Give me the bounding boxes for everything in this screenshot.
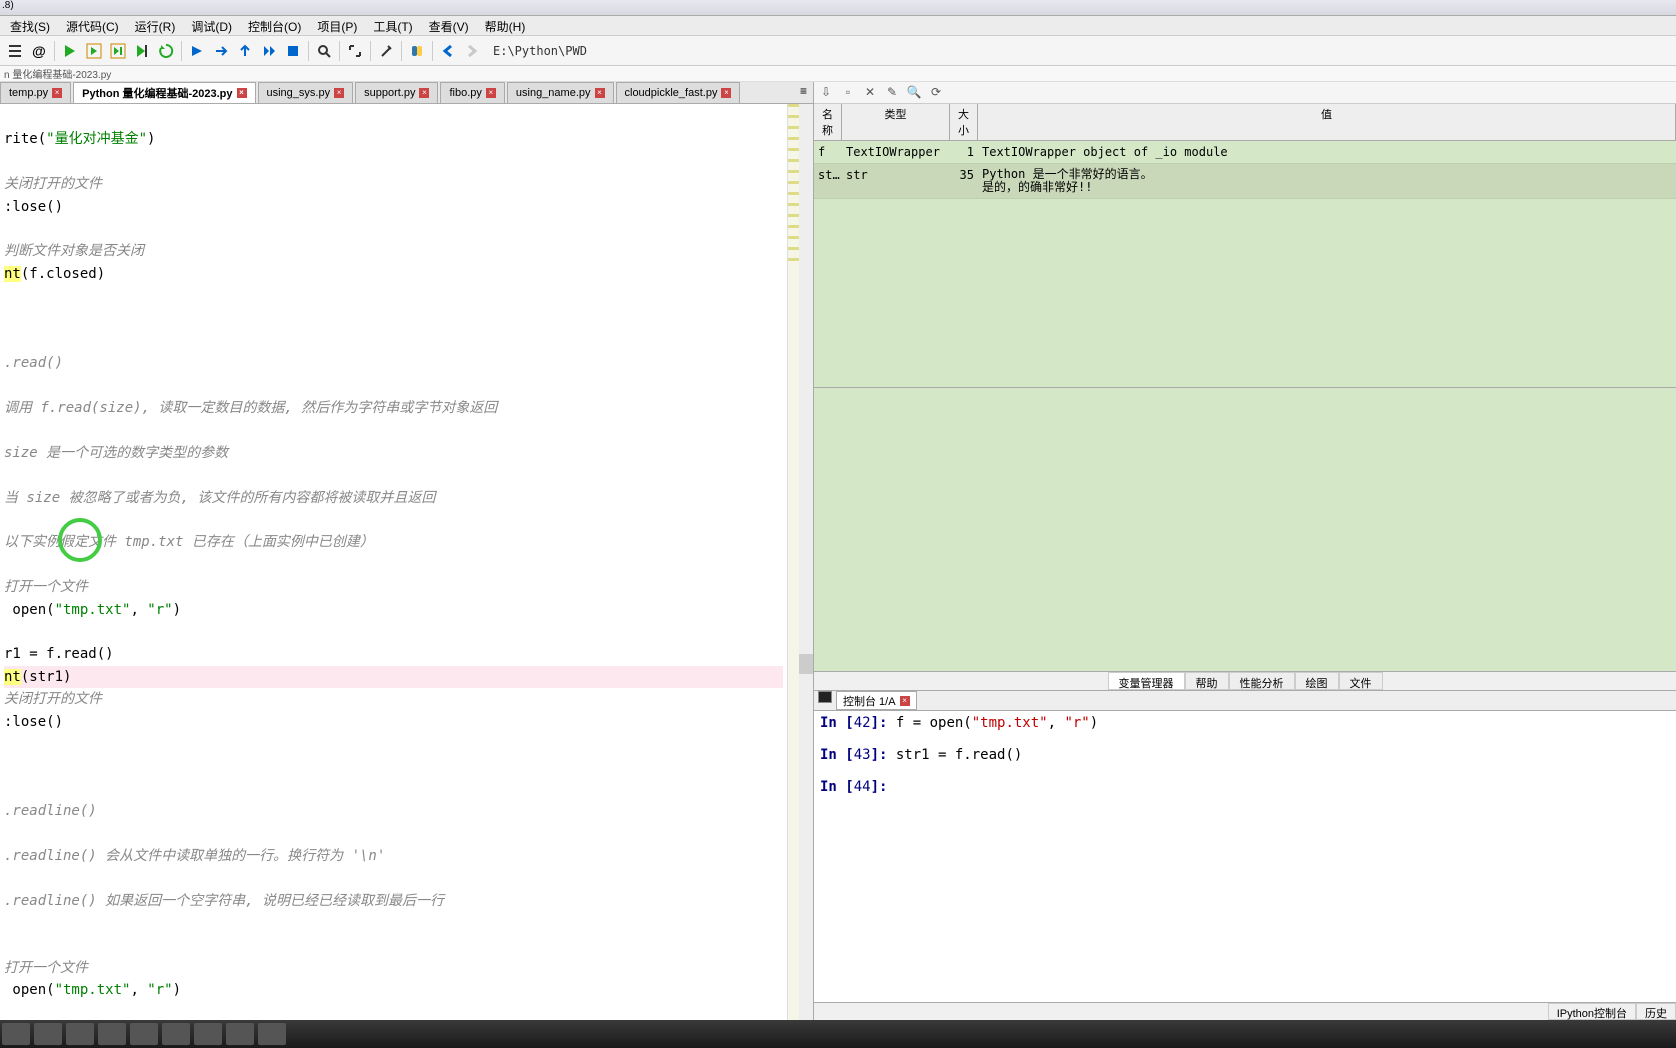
outline-icon[interactable] xyxy=(4,40,26,62)
task-icon[interactable] xyxy=(34,1023,62,1045)
tab-menu-icon[interactable]: ≡ xyxy=(794,82,813,103)
edit-icon[interactable]: ✎ xyxy=(884,85,900,101)
menu-help[interactable]: 帮助(H) xyxy=(477,16,534,35)
tab-plots[interactable]: 绘图 xyxy=(1295,672,1339,690)
tab-main[interactable]: Python 量化编程基础-2023.py× xyxy=(73,82,255,103)
tab-using-sys[interactable]: using_sys.py× xyxy=(258,82,354,103)
tab-support[interactable]: support.py× xyxy=(355,82,438,103)
change-gutter xyxy=(787,104,799,1020)
close-icon[interactable]: × xyxy=(237,88,247,98)
refresh-icon[interactable]: ⟳ xyxy=(928,85,944,101)
run-selection-icon[interactable] xyxy=(131,40,153,62)
maximize-icon[interactable] xyxy=(344,40,366,62)
variable-toolbar: ⇩ ▫ ✕ ✎ 🔍 ⟳ xyxy=(814,82,1676,104)
preferences-icon[interactable] xyxy=(375,40,397,62)
run-cell-advance-icon[interactable] xyxy=(107,40,129,62)
debug-step-into-icon[interactable] xyxy=(186,40,208,62)
task-icon[interactable] xyxy=(66,1023,94,1045)
close-icon[interactable]: × xyxy=(334,88,344,98)
run-cell-icon[interactable] xyxy=(83,40,105,62)
tab-fibo[interactable]: fibo.py× xyxy=(440,82,504,103)
close-icon[interactable]: × xyxy=(419,88,429,98)
tab-files[interactable]: 文件 xyxy=(1339,672,1383,690)
menu-debug[interactable]: 调试(D) xyxy=(183,16,240,35)
python-path-icon[interactable] xyxy=(406,40,428,62)
save-icon[interactable]: ▫ xyxy=(840,85,856,101)
close-icon[interactable]: × xyxy=(900,696,910,706)
col-value[interactable]: 值 xyxy=(978,104,1676,140)
search-icon[interactable] xyxy=(313,40,335,62)
var-row[interactable]: f TextIOWrapper 1 TextIOWrapper object o… xyxy=(814,141,1676,164)
tab-profiler[interactable]: 性能分析 xyxy=(1229,672,1295,690)
start-icon[interactable] xyxy=(2,1023,30,1045)
task-icon[interactable] xyxy=(194,1023,222,1045)
menu-run[interactable]: 运行(R) xyxy=(127,16,184,35)
menubar: 查找(S) 源代码(C) 运行(R) 调试(D) 控制台(O) 项目(P) 工具… xyxy=(0,16,1676,36)
back-icon[interactable] xyxy=(437,40,459,62)
col-type[interactable]: 类型 xyxy=(842,104,950,140)
rerun-icon[interactable] xyxy=(155,40,177,62)
tab-using-name[interactable]: using_name.py× xyxy=(507,82,614,103)
windows-taskbar[interactable] xyxy=(0,1020,1676,1048)
import-icon[interactable]: ⇩ xyxy=(818,85,834,101)
at-icon[interactable]: @ xyxy=(28,40,50,62)
menu-console[interactable]: 控制台(O) xyxy=(240,16,309,35)
menu-source[interactable]: 源代码(C) xyxy=(58,16,127,35)
col-size[interactable]: 大小 xyxy=(950,104,978,140)
menu-project[interactable]: 项目(P) xyxy=(309,16,365,35)
col-name[interactable]: 名称 xyxy=(814,104,842,140)
task-icon[interactable] xyxy=(98,1023,126,1045)
ipython-console[interactable]: In [42]: f = open("tmp.txt", "r") In [43… xyxy=(814,711,1676,1002)
debug-continue-icon[interactable] xyxy=(258,40,280,62)
code-editor[interactable]: rite("量化对冲基金") 关闭打开的文件 :lose() 判断文件对象是否关… xyxy=(0,104,813,1020)
close-icon[interactable]: × xyxy=(486,88,496,98)
window-titlebar: .8) xyxy=(0,0,1676,16)
close-icon[interactable]: × xyxy=(721,88,731,98)
tab-help[interactable]: 帮助 xyxy=(1185,672,1229,690)
working-dir: E:\Python\PWD xyxy=(493,44,587,58)
menu-tools[interactable]: 工具(T) xyxy=(365,16,420,35)
toolbar: @ E:\Python\PWD xyxy=(0,36,1676,66)
console-tab[interactable]: 控制台 1/A × xyxy=(836,691,917,710)
debug-stop-icon[interactable] xyxy=(282,40,304,62)
right-panel-tabs: 变量管理器 帮助 性能分析 绘图 文件 xyxy=(814,671,1676,691)
editor-tabs: temp.py× Python 量化编程基础-2023.py× using_sy… xyxy=(0,82,813,104)
console-tabs: 控制台 1/A × xyxy=(814,691,1676,711)
variable-explorer-space xyxy=(814,388,1676,671)
menu-view[interactable]: 查看(V) xyxy=(421,16,477,35)
tab-history[interactable]: 历史 xyxy=(1636,1003,1676,1020)
task-icon[interactable] xyxy=(162,1023,190,1045)
menu-search[interactable]: 查找(S) xyxy=(2,16,58,35)
tab-cloudpickle[interactable]: cloudpickle_fast.py× xyxy=(616,82,741,103)
forward-icon[interactable] xyxy=(461,40,483,62)
tab-temp[interactable]: temp.py× xyxy=(0,82,71,103)
console-icon[interactable] xyxy=(818,691,832,703)
close-icon[interactable]: × xyxy=(52,88,62,98)
close-icon[interactable]: × xyxy=(595,88,605,98)
breadcrumb: n 量化编程基础-2023.py xyxy=(0,66,1676,82)
variable-explorer[interactable]: 名称 类型 大小 值 f TextIOWrapper 1 TextIOWrapp… xyxy=(814,104,1676,388)
scrollbar[interactable] xyxy=(799,104,813,1020)
debug-step-out-icon[interactable] xyxy=(234,40,256,62)
tab-variables[interactable]: 变量管理器 xyxy=(1108,672,1185,690)
delete-icon[interactable]: ✕ xyxy=(862,85,878,101)
task-icon[interactable] xyxy=(258,1023,286,1045)
var-row[interactable]: st… str 35 Python 是一个非常好的语言。 是的，的确非常好!! xyxy=(814,164,1676,199)
tab-ipython[interactable]: IPython控制台 xyxy=(1548,1003,1636,1020)
task-icon[interactable] xyxy=(130,1023,158,1045)
console-bottom-tabs: IPython控制台 历史 xyxy=(814,1002,1676,1020)
run-icon[interactable] xyxy=(59,40,81,62)
debug-step-over-icon[interactable] xyxy=(210,40,232,62)
task-icon[interactable] xyxy=(226,1023,254,1045)
filter-icon[interactable]: 🔍 xyxy=(906,85,922,101)
